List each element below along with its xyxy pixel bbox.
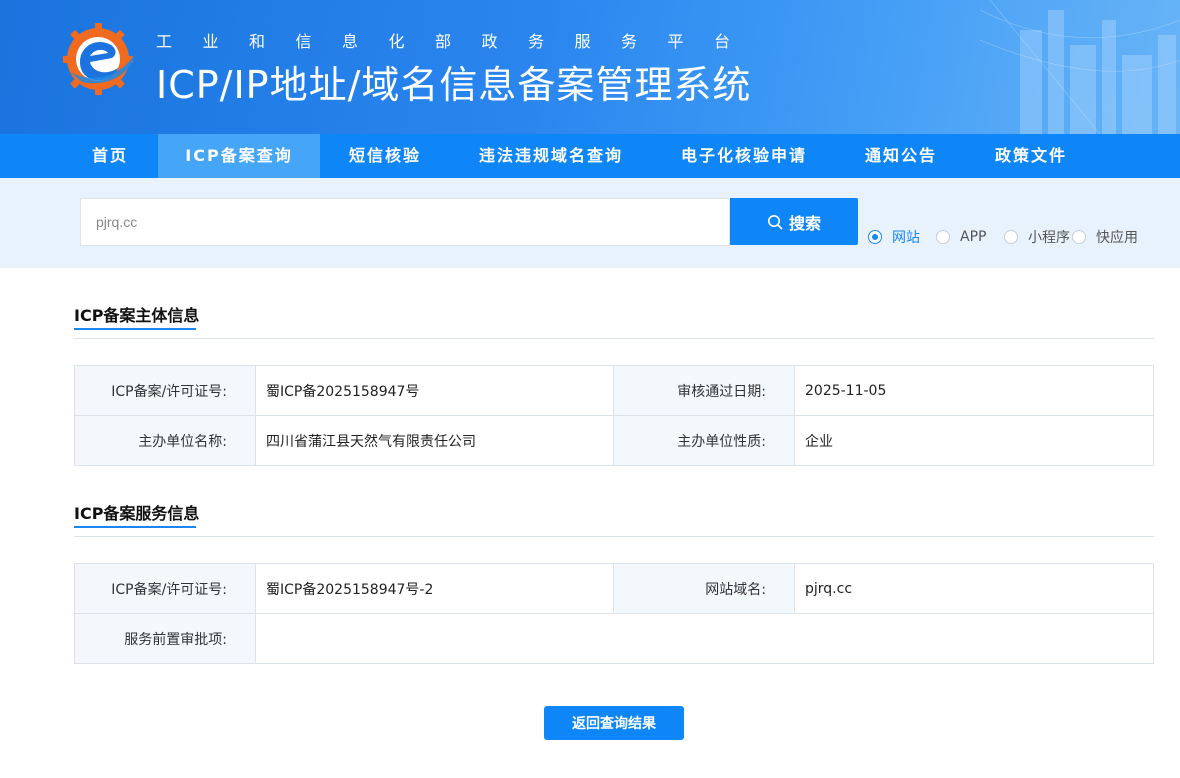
table-row: 服务前置审批项:	[74, 613, 1154, 664]
section-title-service: ICP备案服务信息	[74, 504, 200, 523]
field-label: ICP备案/许可证号:	[74, 563, 256, 614]
radio-label: 小程序	[1028, 230, 1070, 246]
radio-label: APP	[960, 229, 987, 245]
section-underline	[74, 526, 196, 528]
field-value-pre-approval	[255, 613, 1154, 664]
search-button[interactable]: 搜索	[730, 198, 858, 245]
radio-app[interactable]: APP	[936, 228, 986, 246]
nav-item-notices[interactable]: 通知公告	[852, 134, 950, 178]
radio-website[interactable]: 网站	[868, 228, 920, 246]
search-input[interactable]	[80, 198, 730, 246]
field-label: 网站域名:	[613, 563, 795, 614]
search-band: 搜索 网站 APP 小程序 快应用	[0, 178, 1180, 268]
radio-dot	[936, 230, 950, 244]
main-nav: 首页 ICP备案查询 短信核验 违法违规域名查询 电子化核验申请 通知公告 政策…	[0, 134, 1180, 178]
table-row: ICP备案/许可证号: 蜀ICP备2025158947号 审核通过日期: 202…	[74, 365, 1154, 416]
section-divider	[74, 338, 1154, 339]
nav-item-icp-query[interactable]: ICP备案查询	[158, 134, 320, 178]
field-label: 主办单位性质:	[613, 415, 795, 466]
field-label: ICP备案/许可证号:	[74, 365, 256, 416]
radio-quick-app[interactable]: 快应用	[1072, 228, 1138, 246]
radio-dot	[1004, 230, 1018, 244]
back-to-results-button[interactable]: 返回查询结果	[544, 706, 684, 740]
field-value-organizer-type: 企业	[794, 415, 1154, 466]
nav-item-sms-verify[interactable]: 短信核验	[336, 134, 434, 178]
field-label: 审核通过日期:	[613, 365, 795, 416]
platform-subtitle: 工业和信息化部政务服务平台	[156, 32, 761, 51]
search-icon	[767, 214, 783, 229]
radio-dot	[868, 230, 882, 244]
table-row: ICP备案/许可证号: 蜀ICP备2025158947号-2 网站域名: pjr…	[74, 563, 1154, 614]
radio-label: 网站	[892, 230, 920, 246]
search-button-label: 搜索	[788, 213, 821, 233]
nav-item-illegal-domain[interactable]: 违法违规域名查询	[466, 134, 636, 178]
radio-dot	[1072, 230, 1086, 244]
city-skyline-decoration	[980, 0, 1180, 134]
site-header: 工业和信息化部政务服务平台 ICP/IP地址/域名信息备案管理系统	[0, 0, 1180, 134]
field-value-approval-date: 2025-11-05	[794, 365, 1154, 416]
field-value-organizer-name: 四川省蒲江县天然气有限责任公司	[255, 415, 614, 466]
system-title: ICP/IP地址/域名信息备案管理系统	[156, 63, 752, 107]
subject-info-table: ICP备案/许可证号: 蜀ICP备2025158947号 审核通过日期: 202…	[74, 365, 1154, 466]
table-row: 主办单位名称: 四川省蒲江县天然气有限责任公司 主办单位性质: 企业	[74, 415, 1154, 466]
field-value-icp-license: 蜀ICP备2025158947号	[255, 365, 614, 416]
nav-item-policies[interactable]: 政策文件	[982, 134, 1080, 178]
field-value-service-license: 蜀ICP备2025158947号-2	[255, 563, 614, 614]
mii-logo-icon	[63, 23, 136, 95]
field-value-domain: pjrq.cc	[794, 563, 1154, 614]
field-label: 服务前置审批项:	[74, 613, 256, 664]
section-divider	[74, 536, 1154, 537]
radio-mini-program[interactable]: 小程序	[1004, 228, 1070, 246]
field-label: 主办单位名称:	[74, 415, 256, 466]
section-title-subject: ICP备案主体信息	[74, 306, 200, 325]
nav-item-home[interactable]: 首页	[78, 134, 142, 178]
nav-item-e-verify[interactable]: 电子化核验申请	[668, 134, 820, 178]
section-underline	[74, 328, 196, 330]
radio-label: 快应用	[1096, 230, 1138, 246]
service-info-table: ICP备案/许可证号: 蜀ICP备2025158947号-2 网站域名: pjr…	[74, 563, 1154, 664]
